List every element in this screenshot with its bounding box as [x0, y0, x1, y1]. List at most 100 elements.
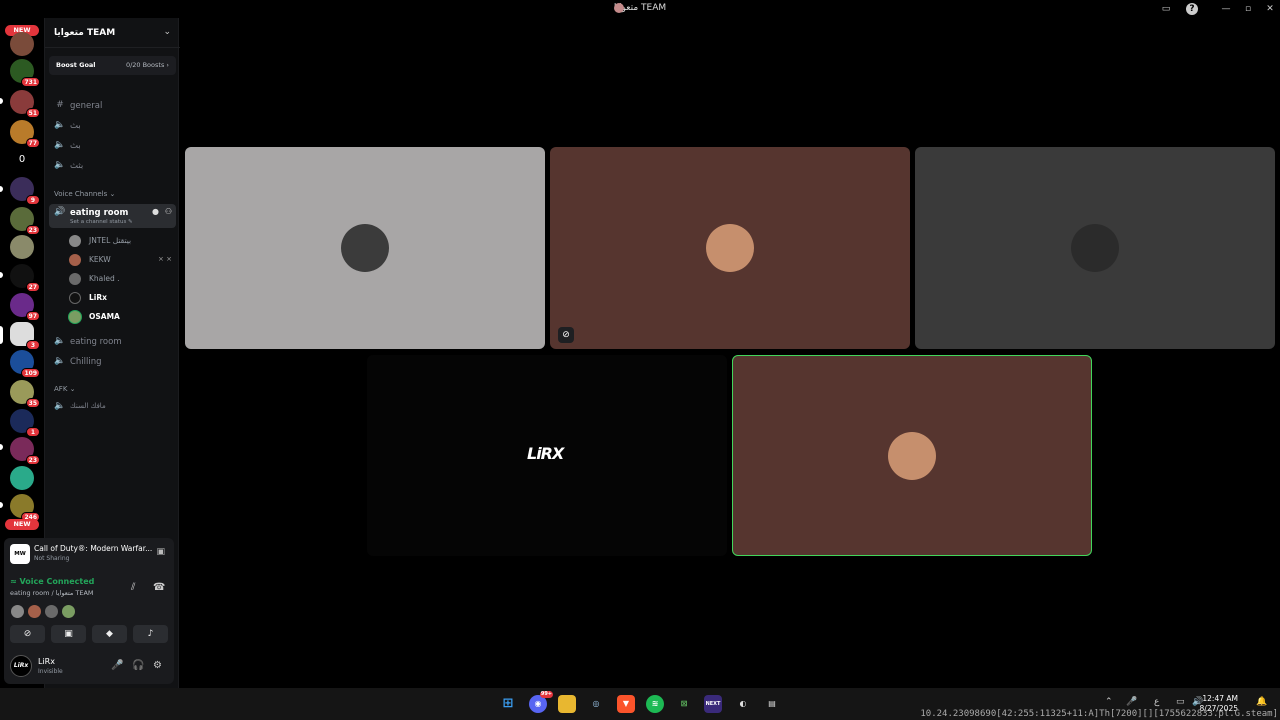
channel-status[interactable]: Set a channel status ✎: [70, 219, 133, 225]
share-screen-icon[interactable]: ▣: [156, 547, 165, 557]
app-icon[interactable]: ▤: [763, 695, 781, 713]
speaker-icon: 🔈: [54, 356, 66, 366]
discord-badge: 99+: [539, 691, 553, 698]
server-icon-7[interactable]: 23: [10, 207, 40, 235]
channel-eating-room[interactable]: 🔈 eating room: [49, 333, 176, 351]
activity-name: Call of Duty®: Modern Warfar...: [34, 544, 153, 553]
server-icon-16[interactable]: [10, 466, 34, 490]
chat-icon[interactable]: ●: [152, 207, 159, 216]
video-tile[interactable]: [185, 147, 545, 349]
server-icon-1[interactable]: [10, 32, 34, 56]
headphones-icon[interactable]: 🎧: [132, 660, 144, 671]
server-icon-10[interactable]: 97: [10, 293, 40, 321]
participant-avatar: [706, 224, 754, 272]
camera-off-button[interactable]: ⊘: [10, 625, 45, 643]
close-icon[interactable]: ✕: [1264, 3, 1276, 15]
speaker-icon: 🔈: [54, 120, 66, 130]
channel-label: مافك السنك: [70, 402, 106, 410]
spotify-icon[interactable]: ≋: [646, 695, 664, 713]
speaker-icon: 🔈: [54, 336, 66, 346]
server-icon-8[interactable]: [10, 235, 34, 259]
mention-badge: 35: [25, 398, 40, 408]
channel-stream-2[interactable]: 🔈 بث: [49, 137, 176, 155]
voice-status-text: Voice Connected: [19, 577, 95, 586]
avatar: [69, 292, 81, 304]
title-bar: متعوايا TEAM ▭ ? — ▫ ✕: [0, 0, 1280, 18]
boost-count: 0/20 Boosts ›: [125, 61, 169, 69]
voice-location[interactable]: eating room / متعوايا TEAM: [10, 589, 94, 597]
disconnect-icon[interactable]: ☎: [153, 582, 165, 593]
voice-member[interactable]: KEKW ⨯ ⨯: [69, 252, 176, 268]
xbox-icon[interactable]: ⊠: [675, 695, 693, 713]
soundboard-button[interactable]: ♪: [133, 625, 168, 643]
server-icon-13[interactable]: 35: [10, 380, 40, 408]
maximize-icon[interactable]: ▫: [1242, 3, 1254, 15]
voice-member[interactable]: JNTEL بيتقتل: [69, 233, 176, 249]
signal-icon: ≈: [10, 577, 20, 586]
activity-sub: Not Sharing: [34, 555, 70, 562]
server-icon-14[interactable]: 1: [10, 409, 40, 437]
activity-button[interactable]: ◆: [92, 625, 127, 643]
channel-afk[interactable]: 🔈 مافك السنك: [49, 398, 176, 416]
steam-icon[interactable]: ◎: [587, 695, 605, 713]
server-icon-11[interactable]: 3: [10, 322, 40, 350]
notification-bell-icon[interactable]: 🔔: [1256, 697, 1267, 707]
speaker-icon: 🔈: [54, 160, 66, 170]
next-icon[interactable]: NEXT: [704, 695, 722, 713]
taskbar: ⊞ ◉ 99+ ◎ ▼ ≋ ⊠ NEXT ◐ ▤ ⌃ 🎤 ع ▭ 🔊 12:47 …: [0, 688, 1280, 720]
language-indicator[interactable]: ع: [1154, 697, 1159, 707]
channel-stream-1[interactable]: 🔈 بث: [49, 117, 176, 135]
video-tile[interactable]: ⊘: [550, 147, 910, 349]
boost-goal[interactable]: Boost Goal 0/20 Boosts ›: [49, 56, 176, 75]
share-screen-button[interactable]: ▣: [51, 625, 86, 643]
microphone-icon[interactable]: 🎤: [111, 660, 123, 671]
inbox-icon[interactable]: ▭: [1160, 3, 1172, 15]
network-icon[interactable]: ▭: [1176, 697, 1185, 707]
channel-label: Chilling: [70, 357, 102, 367]
windows-start-icon[interactable]: ⊞: [499, 695, 517, 713]
server-icon-9[interactable]: 27: [10, 264, 40, 292]
voice-member[interactable]: Khaled .: [69, 271, 176, 287]
participant-avatar: [888, 432, 936, 480]
server-icon-17[interactable]: 246: [10, 494, 40, 522]
video-tile-speaking[interactable]: [732, 355, 1092, 556]
noise-suppression-icon[interactable]: ⫽: [131, 582, 135, 593]
channel-stream-3[interactable]: 🔈 بثث: [49, 157, 176, 175]
server-icon-12[interactable]: 109: [10, 350, 40, 378]
server-icon-5[interactable]: 0: [10, 148, 34, 172]
invite-icon[interactable]: ⚇: [165, 207, 172, 216]
category-afk[interactable]: AFK ⌄: [54, 385, 76, 393]
participant-avatar: [341, 224, 389, 272]
unread-pill: [0, 502, 3, 508]
voice-avatar: [45, 605, 58, 618]
server-icon-2[interactable]: 731: [10, 59, 40, 87]
file-explorer-icon[interactable]: [558, 695, 576, 713]
server-icon-6[interactable]: 9: [10, 177, 40, 205]
help-icon[interactable]: ?: [1186, 3, 1198, 15]
channel-eating-room-active[interactable]: 🔊 eating room Set a channel status ✎ ● ⚇: [49, 204, 176, 228]
gear-icon[interactable]: ⚙: [153, 660, 162, 671]
activity-monitor-icon[interactable]: ◐: [734, 695, 752, 713]
brave-icon[interactable]: ▼: [617, 695, 635, 713]
server-header[interactable]: متعوايا TEAM ⌄: [45, 18, 180, 48]
channel-general[interactable]: # general: [49, 97, 176, 115]
discord-icon[interactable]: ◉ 99+: [529, 691, 553, 713]
speaker-icon: 🔈: [54, 140, 66, 150]
server-icon-4[interactable]: 77: [10, 120, 40, 148]
chevron-up-icon[interactable]: ⌃: [1105, 697, 1113, 707]
server-icon-15[interactable]: 23: [10, 437, 40, 465]
speaker-icon: 🔈: [54, 401, 66, 411]
microphone-tray-icon[interactable]: 🎤: [1126, 697, 1137, 707]
server-icon-3[interactable]: 51: [10, 90, 40, 118]
voice-member[interactable]: OSAMA: [69, 309, 176, 325]
channel-chilling[interactable]: 🔈 Chilling: [49, 353, 176, 371]
video-tile[interactable]: LiRX: [367, 355, 727, 556]
voice-member[interactable]: LiRx: [69, 290, 176, 306]
channel-label: general: [70, 101, 103, 111]
user-status: Invisible: [38, 668, 63, 675]
minimize-icon[interactable]: —: [1220, 3, 1232, 15]
video-tile[interactable]: [915, 147, 1275, 349]
category-voice-channels[interactable]: Voice Channels ⌄: [54, 190, 115, 198]
voice-avatar: [28, 605, 41, 618]
user-avatar[interactable]: LiRx: [10, 655, 32, 677]
